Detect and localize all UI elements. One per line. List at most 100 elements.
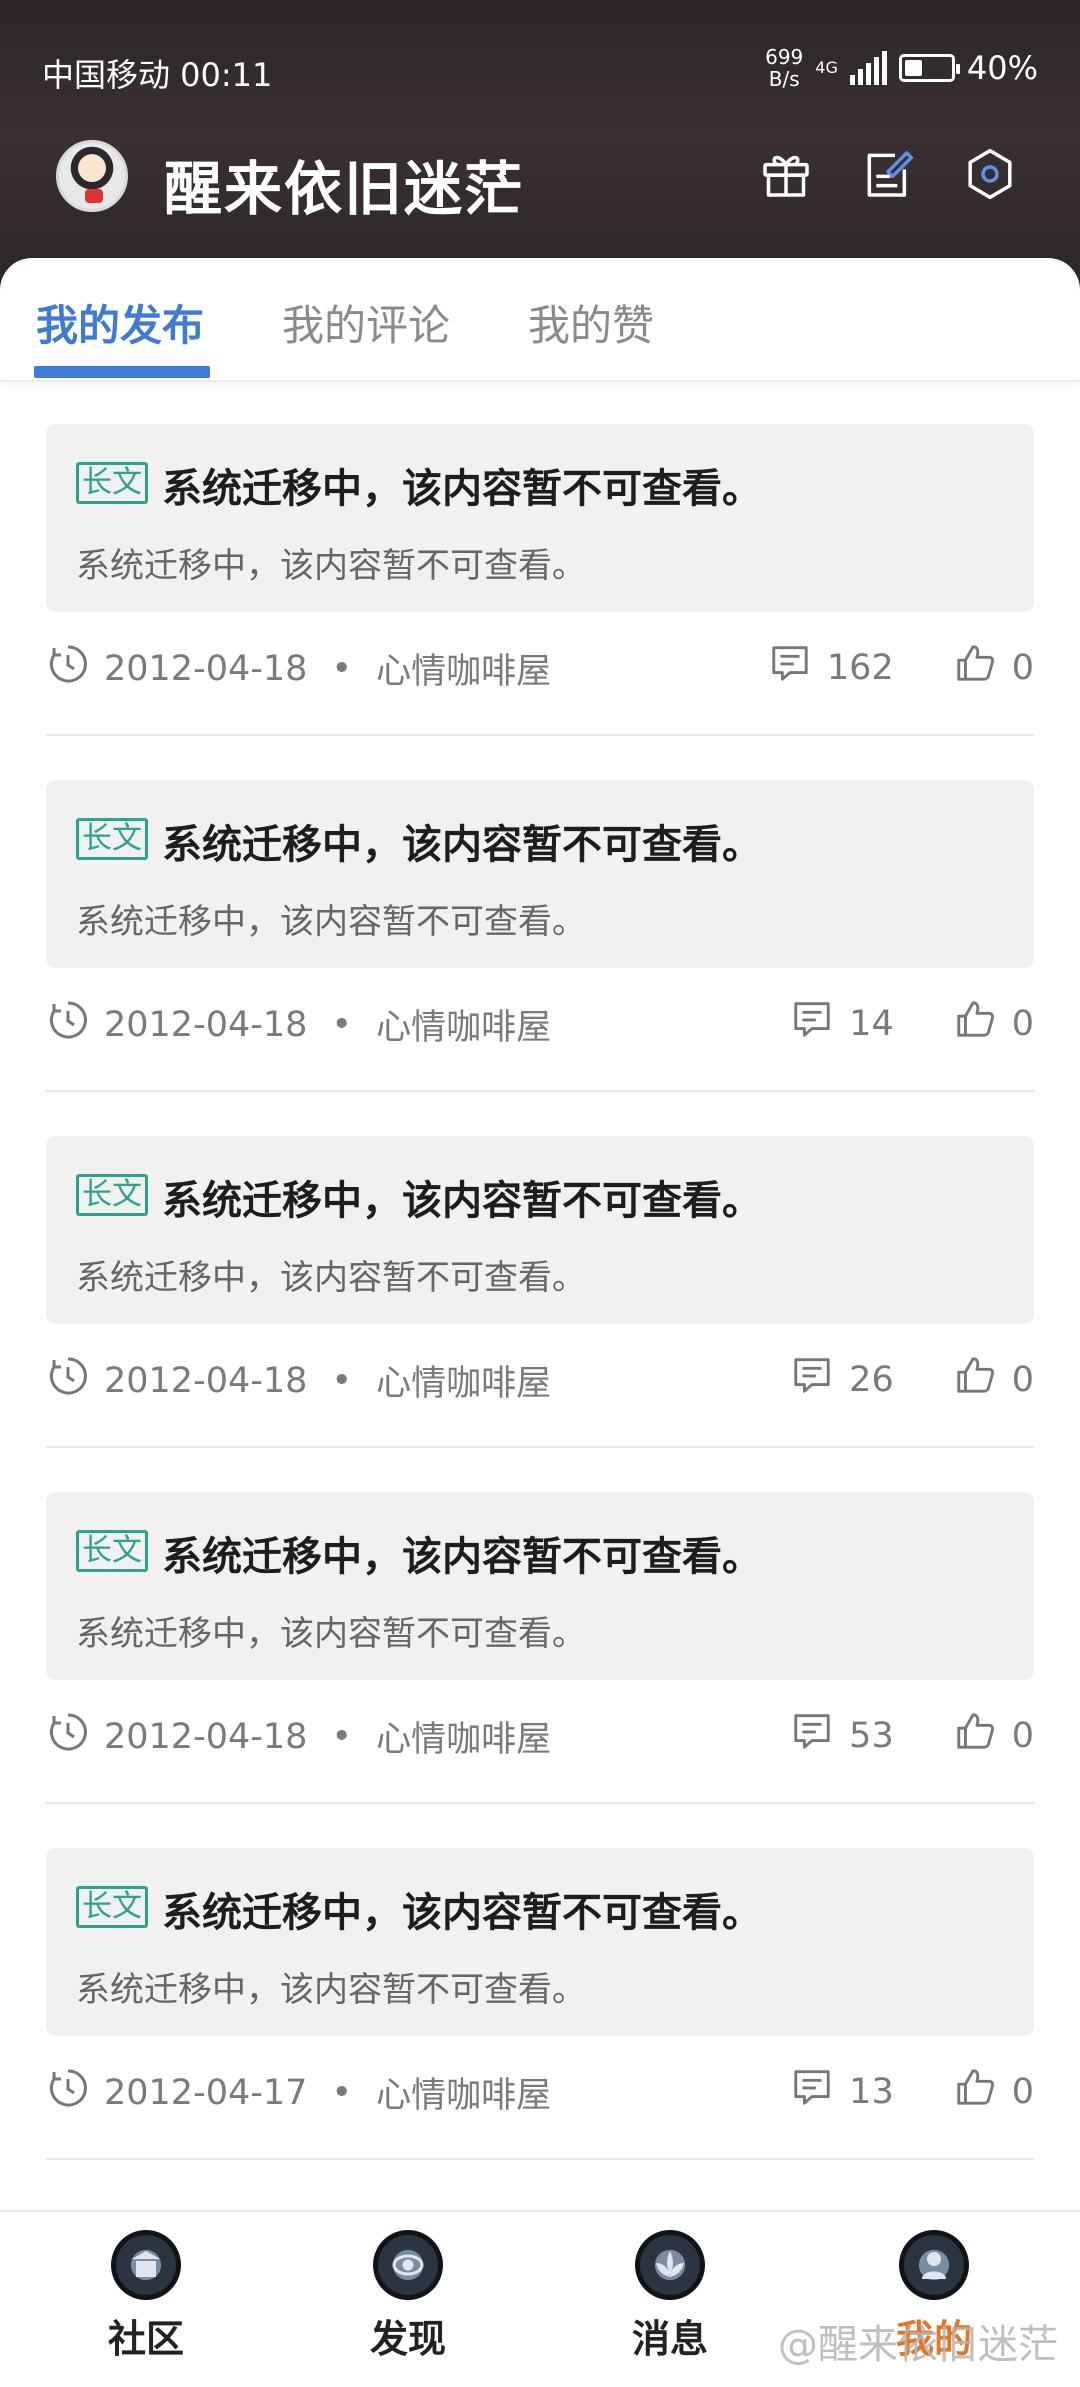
comment-stat[interactable]: 162 <box>769 642 894 693</box>
signal-icon <box>849 51 887 85</box>
post-meta: 2012-04-18 • 心情咖啡屋 53 0 <box>46 1710 1034 1766</box>
post-title: 系统迁移中，该内容暂不可查看。 <box>162 1890 762 1936</box>
post-card[interactable]: 长文 系统迁移中，该内容暂不可查看。 系统迁移中，该内容暂不可查看。 <box>46 780 1034 968</box>
network-type: 4G <box>815 58 838 77</box>
post-category[interactable]: 心情咖啡屋 <box>376 1711 551 1762</box>
status-bar: 中国移动 00:11 699 B/s 4G 40% <box>0 40 1080 100</box>
clock-icon <box>46 642 90 695</box>
post-tag: 长文 <box>76 462 148 504</box>
like-count: 0 <box>1011 2071 1034 2112</box>
like-count: 0 <box>1011 647 1034 688</box>
post-meta: 2012-04-18 • 心情咖啡屋 162 0 <box>46 642 1034 698</box>
post-summary: 系统迁移中，该内容暂不可查看。 <box>76 1614 586 1654</box>
tab-bar: 我的发布 我的评论 我的赞 <box>0 258 1080 382</box>
post-title: 系统迁移中，该内容暂不可查看。 <box>162 822 762 868</box>
username[interactable]: 醒来依旧迷茫 <box>164 142 524 226</box>
post-date: 2012-04-18 <box>104 1360 308 1401</box>
edit-icon[interactable] <box>858 144 918 204</box>
separator-dot: • <box>331 648 353 689</box>
nav-label: 发现 <box>369 2317 446 2361</box>
post-info: 2012-04-18 • 心情咖啡屋 <box>46 1354 551 1407</box>
divider <box>46 1802 1034 1804</box>
net-speed-value: 699 <box>765 45 804 69</box>
post-card[interactable]: 长文 系统迁移中，该内容暂不可查看。 系统迁移中，该内容暂不可查看。 <box>46 1848 1034 2036</box>
comment-stat[interactable]: 13 <box>791 2066 894 2117</box>
post-summary: 系统迁移中，该内容暂不可查看。 <box>76 546 586 586</box>
separator-dot: • <box>331 2072 353 2113</box>
like-stat[interactable]: 0 <box>954 642 1034 693</box>
comment-count: 162 <box>826 647 894 688</box>
thumbs-up-icon <box>954 2066 996 2117</box>
nav-community[interactable]: 社区 <box>76 2230 216 2363</box>
avatar[interactable] <box>56 140 128 212</box>
post-stats: 26 0 <box>791 1354 1034 1405</box>
post-category[interactable]: 心情咖啡屋 <box>376 643 551 694</box>
post-info: 2012-04-18 • 心情咖啡屋 <box>46 998 551 1051</box>
like-stat[interactable]: 0 <box>954 1354 1034 1405</box>
post-meta: 2012-04-18 • 心情咖啡屋 26 0 <box>46 1354 1034 1410</box>
profile-row: 醒来依旧迷茫 <box>0 130 1080 230</box>
thumbs-up-icon <box>954 1710 996 1761</box>
nav-messages[interactable]: 消息 <box>600 2230 740 2363</box>
comment-icon <box>791 1710 833 1761</box>
comment-icon <box>791 1354 833 1405</box>
divider <box>46 2158 1034 2160</box>
watermark: @醒来依旧迷茫 <box>778 2322 1058 2368</box>
clock-icon <box>46 1710 90 1763</box>
post-tag: 长文 <box>76 1174 148 1216</box>
post-category[interactable]: 心情咖啡屋 <box>376 1355 551 1406</box>
separator-dot: • <box>331 1004 353 1045</box>
comment-icon <box>791 998 833 1049</box>
like-count: 0 <box>1011 1359 1034 1400</box>
like-stat[interactable]: 0 <box>954 1710 1034 1761</box>
clock-icon <box>46 998 90 1051</box>
clock-icon <box>46 2066 90 2119</box>
nav-label: 社区 <box>107 2317 184 2361</box>
carrier-time: 中国移动 00:11 <box>42 56 273 94</box>
messages-icon <box>635 2230 705 2300</box>
profile-header: 中国移动 00:11 699 B/s 4G 40% 醒来依旧迷茫 <box>0 0 1080 300</box>
post-meta: 2012-04-18 • 心情咖啡屋 14 0 <box>46 998 1034 1054</box>
comment-stat[interactable]: 14 <box>791 998 894 1049</box>
post-summary: 系统迁移中，该内容暂不可查看。 <box>76 1970 586 2010</box>
gift-icon[interactable] <box>756 144 816 204</box>
net-speed-unit: B/s <box>768 67 800 91</box>
separator-dot: • <box>331 1360 353 1401</box>
settings-icon[interactable] <box>960 144 1020 204</box>
comment-stat[interactable]: 26 <box>791 1354 894 1405</box>
like-stat[interactable]: 0 <box>954 2066 1034 2117</box>
post-card[interactable]: 长文 系统迁移中，该内容暂不可查看。 系统迁移中，该内容暂不可查看。 <box>46 1136 1034 1324</box>
comment-stat[interactable]: 53 <box>791 1710 894 1761</box>
post-info: 2012-04-17 • 心情咖啡屋 <box>46 2066 551 2119</box>
post-stats: 14 0 <box>791 998 1034 1049</box>
post-stats: 53 0 <box>791 1710 1034 1761</box>
post-tag: 长文 <box>76 1886 148 1928</box>
tab-my-posts[interactable]: 我的发布 <box>36 292 204 353</box>
battery-icon <box>898 54 960 82</box>
post-stats: 162 0 <box>769 642 1034 693</box>
like-count: 0 <box>1011 1003 1034 1044</box>
like-stat[interactable]: 0 <box>954 998 1034 1049</box>
post-title: 系统迁移中，该内容暂不可查看。 <box>162 1534 762 1580</box>
divider <box>46 734 1034 736</box>
mine-icon <box>899 2230 969 2300</box>
thumbs-up-icon <box>954 642 996 693</box>
thumbs-up-icon <box>954 1354 996 1405</box>
header-actions <box>756 144 1020 204</box>
nav-discover[interactable]: 发现 <box>338 2230 478 2363</box>
comment-count: 13 <box>849 2071 894 2112</box>
tab-my-likes[interactable]: 我的赞 <box>528 292 654 353</box>
post-category[interactable]: 心情咖啡屋 <box>376 999 551 1050</box>
post-card[interactable]: 长文 系统迁移中，该内容暂不可查看。 系统迁移中，该内容暂不可查看。 <box>46 1492 1034 1680</box>
post-date: 2012-04-17 <box>104 2072 308 2113</box>
post-tag: 长文 <box>76 818 148 860</box>
post-summary: 系统迁移中，该内容暂不可查看。 <box>76 902 586 942</box>
tab-my-comments[interactable]: 我的评论 <box>282 292 450 353</box>
post-info: 2012-04-18 • 心情咖啡屋 <box>46 642 551 695</box>
nav-label: 消息 <box>631 2317 708 2361</box>
post-category[interactable]: 心情咖啡屋 <box>376 2067 551 2118</box>
divider <box>46 1090 1034 1092</box>
post-title: 系统迁移中，该内容暂不可查看。 <box>162 466 762 512</box>
post-card[interactable]: 长文 系统迁移中，该内容暂不可查看。 系统迁移中，该内容暂不可查看。 <box>46 424 1034 612</box>
tab-indicator <box>34 366 210 378</box>
